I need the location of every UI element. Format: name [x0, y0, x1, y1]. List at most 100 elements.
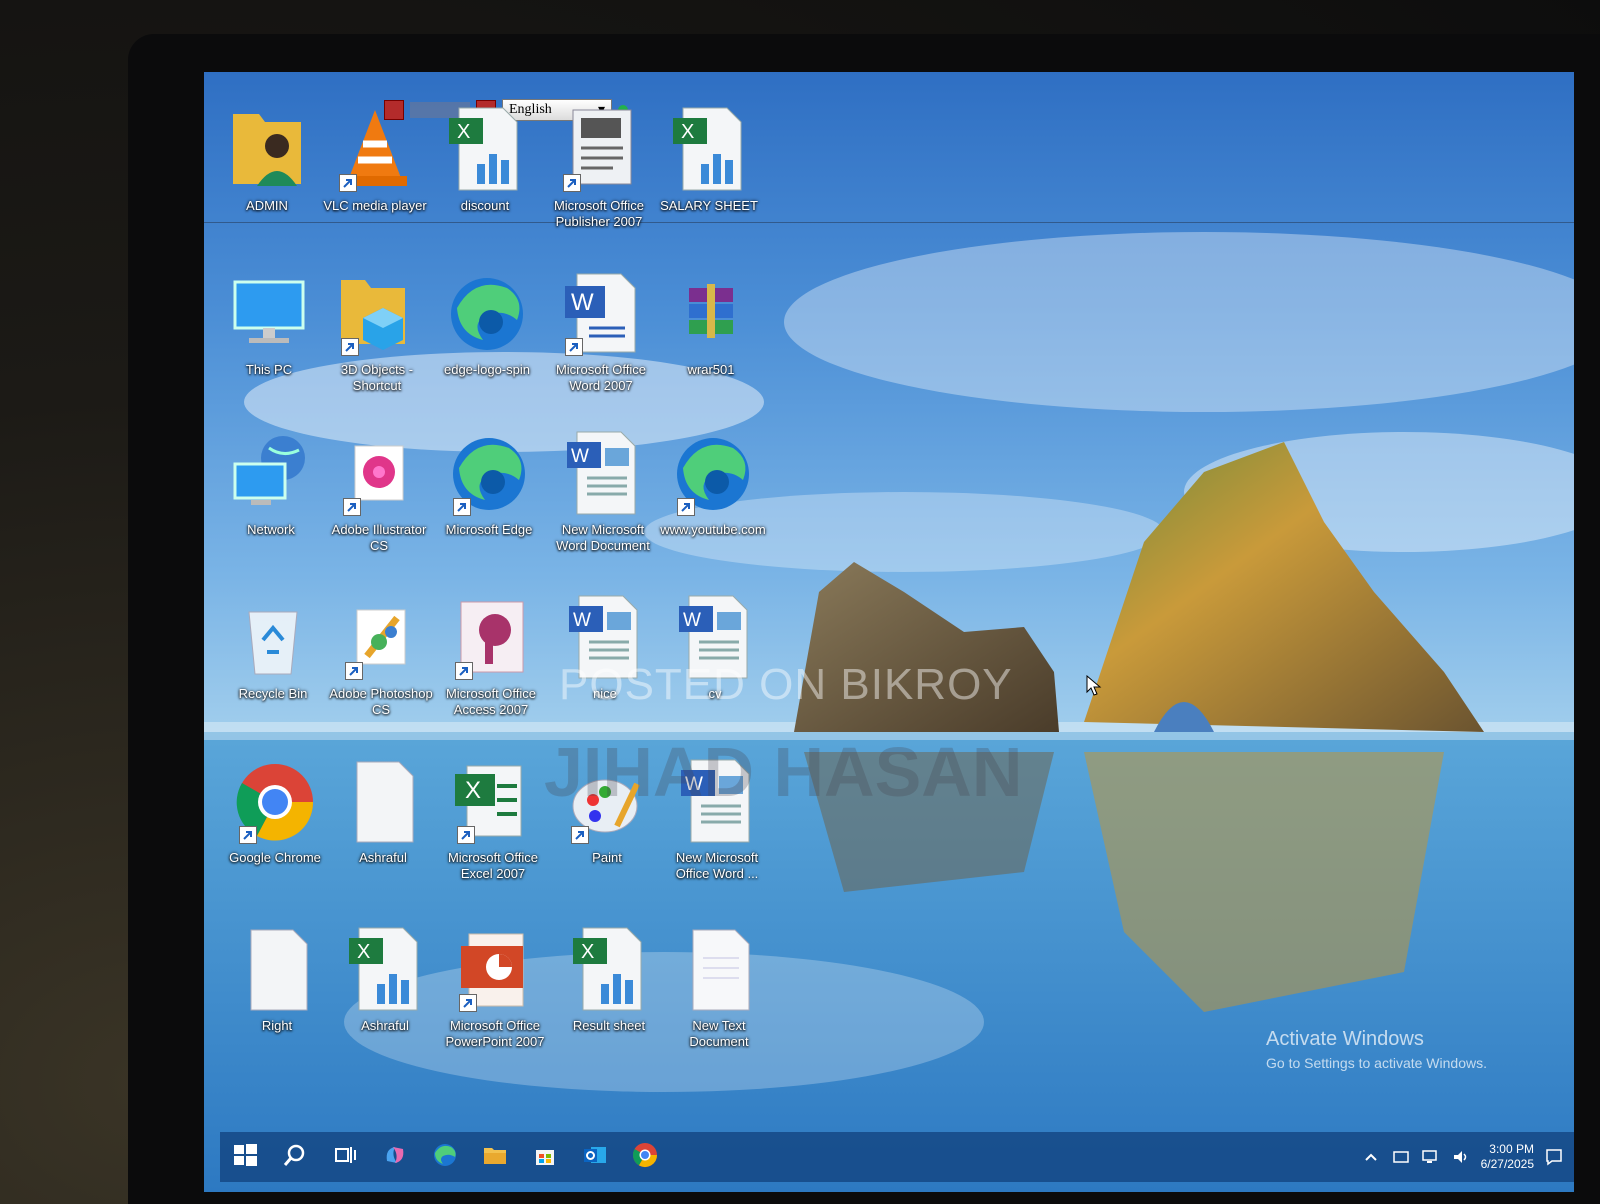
excel-file-icon: X: [343, 924, 427, 1014]
copilot-icon: [381, 1141, 409, 1174]
blank-file-icon: [235, 924, 319, 1014]
taskbar-chrome-button[interactable]: [620, 1132, 670, 1182]
desktop-icon-label: Microsoft Office Publisher 2007: [553, 198, 645, 229]
file-explorer-icon: [481, 1141, 509, 1174]
taskbar-store-button[interactable]: [520, 1132, 570, 1182]
desktop-icon[interactable]: Network: [216, 428, 326, 538]
chrome-icon: [631, 1141, 659, 1174]
svg-text:X: X: [457, 121, 470, 143]
svg-text:W: W: [571, 289, 594, 316]
desktop-icon-label: New Microsoft Word Document: [556, 522, 650, 553]
desktop-icon-label: www.youtube.com: [660, 522, 766, 537]
desktop-icon[interactable]: X Result sheet: [554, 924, 664, 1034]
desktop-icon[interactable]: Adobe Illustrator CS: [324, 428, 434, 554]
desktop-icon[interactable]: This PC: [214, 268, 324, 378]
chevron-up-icon[interactable]: [1361, 1147, 1381, 1167]
shortcut-arrow-icon: [455, 662, 473, 680]
desktop-screen: English ▾ ADMINVLC media playerXdiscount…: [204, 72, 1574, 1192]
mouse-cursor-icon: [1086, 675, 1102, 696]
svg-text:X: X: [581, 941, 594, 963]
desktop-icon[interactable]: Recycle Bin: [218, 592, 328, 702]
desktop-icon[interactable]: X Ashraful: [330, 924, 440, 1034]
taskbar-file-explorer-button[interactable]: [470, 1132, 520, 1182]
desktop-icon[interactable]: Right: [222, 924, 332, 1034]
shortcut-arrow-icon: [341, 338, 359, 356]
desktop-icon[interactable]: Microsoft Office Access 2007: [436, 592, 546, 718]
desktop-icon[interactable]: VLC media player: [320, 104, 430, 214]
desktop-icon-label: New Microsoft Office Word ...: [675, 850, 759, 881]
excel-file-icon: X: [443, 104, 527, 194]
taskbar-task-view-button[interactable]: [320, 1132, 370, 1182]
desktop-icon[interactable]: New Text Document: [664, 924, 774, 1050]
desktop-icon-label: Microsoft Office Word 2007: [555, 362, 647, 393]
notification-center-icon[interactable]: [1544, 1147, 1564, 1167]
desktop-icon-label: wrar501: [687, 362, 735, 377]
desktop-icon-label: Microsoft Edge: [445, 522, 533, 537]
shortcut-arrow-icon: [677, 498, 695, 516]
desktop-icon[interactable]: Ashraful: [328, 756, 438, 866]
excel-file-icon: X: [567, 924, 651, 1014]
publisher-icon: [557, 104, 641, 194]
desktop-icon-label: Google Chrome: [229, 850, 321, 865]
chrome-icon: [233, 756, 317, 846]
powerpoint-icon: [453, 924, 537, 1014]
recycle-bin-icon: [231, 592, 315, 682]
shortcut-arrow-icon: [345, 662, 363, 680]
clock-time: 3:00 PM: [1489, 1142, 1534, 1156]
activate-title: Activate Windows: [1266, 1028, 1424, 1050]
edge-icon: [671, 428, 755, 518]
user-folder-icon: [225, 104, 309, 194]
desktop-icon[interactable]: edge-logo-spin: [432, 268, 542, 378]
desktop-icon[interactable]: Google Chrome: [220, 756, 330, 866]
taskbar-edge-button[interactable]: [420, 1132, 470, 1182]
activate-windows-notice: Activate Windows Go to Settings to activ…: [1266, 1028, 1487, 1071]
blank-file-icon: [341, 756, 425, 846]
this-pc-icon: [227, 268, 311, 358]
desktop-icon-label: Adobe Illustrator CS: [331, 522, 427, 553]
excel-app-icon: X: [451, 756, 535, 846]
svg-text:W: W: [683, 610, 701, 631]
edge-icon: [447, 428, 531, 518]
vlc-icon: [333, 104, 417, 194]
svg-text:W: W: [571, 446, 589, 467]
desktop-icon-label: SALARY SHEET: [660, 198, 758, 213]
shortcut-arrow-icon: [239, 826, 257, 844]
desktop-icon[interactable]: Adobe Photoshop CS: [326, 592, 436, 718]
taskbar-copilot-button[interactable]: [370, 1132, 420, 1182]
taskbar-outlook-button[interactable]: [570, 1132, 620, 1182]
desktop-icon[interactable]: www.youtube.com: [658, 428, 768, 538]
screen-reflection-line: [204, 222, 1574, 223]
desktop-icon[interactable]: X SALARY SHEET: [654, 104, 764, 214]
taskbar-buttons: [220, 1132, 670, 1182]
desktop-icon[interactable]: ADMIN: [212, 104, 322, 214]
taskbar-windows-start-button[interactable]: [220, 1132, 270, 1182]
meet-now-icon[interactable]: [1391, 1147, 1411, 1167]
volume-icon[interactable]: [1451, 1147, 1471, 1167]
desktop-icon-label: ADMIN: [246, 198, 288, 213]
desktop-icon[interactable]: W New Microsoft Word Document: [548, 428, 658, 554]
desktop-icon[interactable]: X Microsoft Office Excel 2007: [438, 756, 548, 882]
desktop-icon[interactable]: wrar501: [656, 268, 766, 378]
desktop-icon-label: Result sheet: [572, 1018, 646, 1033]
folder-3d-icon: [335, 268, 419, 358]
shortcut-arrow-icon: [565, 338, 583, 356]
windows-start-icon: [231, 1141, 259, 1174]
desktop-icon[interactable]: W Microsoft Office Word 2007: [546, 268, 656, 394]
desktop-icon-label: New Text Document: [689, 1018, 749, 1049]
desktop-icon-label: 3D Objects - Shortcut: [340, 362, 414, 393]
clock[interactable]: 3:00 PM 6/27/2025: [1481, 1142, 1534, 1172]
desktop-icon[interactable]: Xdiscount: [430, 104, 540, 214]
shortcut-arrow-icon: [563, 174, 581, 192]
taskbar-search-button[interactable]: [270, 1132, 320, 1182]
access-icon: [449, 592, 533, 682]
desktop-icon[interactable]: 3D Objects - Shortcut: [322, 268, 432, 394]
desktop-icon-label: This PC: [245, 362, 293, 377]
desktop-icon[interactable]: Microsoft Edge: [434, 428, 544, 538]
desktop-icon[interactable]: Microsoft Office PowerPoint 2007: [440, 924, 550, 1050]
watermark-posted: POSTED ON BIKROY: [559, 660, 1013, 709]
search-icon: [281, 1141, 309, 1174]
network-tray-icon[interactable]: [1421, 1147, 1441, 1167]
desktop-icon[interactable]: Microsoft Office Publisher 2007: [544, 104, 654, 230]
shortcut-arrow-icon: [339, 174, 357, 192]
desktop-icon-label: Network: [247, 522, 295, 537]
